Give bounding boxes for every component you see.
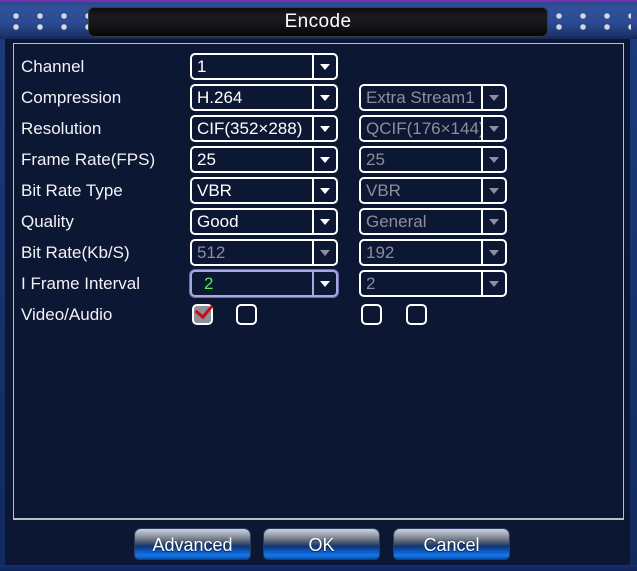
dropdown-quality-main[interactable]: Good [190, 208, 338, 235]
dropdown-resolution-main-chevron-down-icon[interactable] [312, 117, 336, 140]
dropdown-resolution-main-value: CIF(352×288) [197, 119, 303, 138]
dropdown-bit-rate-kb-s-main-chevron-down-icon [312, 241, 336, 264]
chevron-down-icon [489, 280, 499, 287]
dropdown-bit-rate-type-main[interactable]: VBR [190, 177, 338, 204]
dropdown-bit-rate-kb-s-main: 512 [190, 239, 338, 266]
row-bit-rate-type: Bit Rate Type VBR VBR [14, 177, 625, 205]
dropdown-quality-extra-value: General [366, 212, 427, 231]
chevron-down-icon [489, 249, 499, 256]
checkbox-main-video[interactable] [192, 299, 214, 325]
footer-divider [13, 519, 624, 520]
row-channel: Channel 1 [14, 53, 625, 81]
dropdown-channel-main[interactable]: 1 [190, 53, 338, 80]
dropdown-compression-extra-value: Extra Stream1 [366, 88, 475, 107]
encode-dialog: Encode Channel 1 Compression H.264 Extra Str… [0, 0, 637, 571]
checkbox-extra-audio[interactable] [406, 304, 427, 325]
window-left-edge [0, 39, 5, 567]
row-bit-rate-kb-s: Bit Rate(Kb/S) 512 192 [14, 239, 625, 267]
chevron-down-icon [320, 218, 330, 225]
dropdown-i-frame-interval-extra: 2 [359, 270, 507, 297]
dropdown-quality-main-chevron-down-icon[interactable] [312, 210, 336, 233]
dropdown-frame-rate-fps-main-value: 25 [197, 150, 216, 169]
title-plate: Encode [88, 7, 548, 37]
cancel-button[interactable]: Cancel [393, 528, 510, 560]
dropdown-i-frame-interval-extra-value: 2 [366, 274, 376, 293]
label-video-audio: Video/Audio [21, 305, 113, 324]
label-channel: Channel [21, 57, 85, 76]
dropdown-bit-rate-type-main-value: VBR [197, 181, 232, 200]
dropdown-bit-rate-kb-s-extra-chevron-down-icon [481, 241, 505, 264]
dropdown-bit-rate-type-main-chevron-down-icon[interactable] [312, 179, 336, 202]
chevron-down-icon [320, 63, 330, 70]
chevron-down-icon [320, 156, 330, 163]
chevron-down-icon [320, 187, 330, 194]
dropdown-i-frame-interval-main-value: 2 [204, 274, 214, 293]
dropdown-frame-rate-fps-extra: 25 [359, 146, 507, 173]
dropdown-resolution-extra: QCIF(176×144) [359, 115, 507, 142]
row-compression: Compression H.264 Extra Stream1 [14, 84, 625, 112]
chevron-down-icon [489, 94, 499, 101]
row-quality: Quality Good General [14, 208, 625, 236]
row-resolution: Resolution CIF(352×288) QCIF(176×144) [14, 115, 625, 143]
dialog-content-frame: Channel 1 Compression H.264 Extra Stream1 Res… [13, 43, 624, 519]
dropdown-frame-rate-fps-main-chevron-down-icon[interactable] [312, 148, 336, 171]
checkbox-extra-video[interactable] [361, 304, 382, 325]
dropdown-bit-rate-type-extra: VBR [359, 177, 507, 204]
row-video-audio: Video/Audio [14, 299, 625, 329]
advanced-button[interactable]: Advanced [134, 528, 251, 560]
label-quality: Quality [21, 212, 74, 231]
dropdown-frame-rate-fps-extra-chevron-down-icon [481, 148, 505, 171]
chevron-down-icon [489, 156, 499, 163]
label-compression: Compression [21, 88, 122, 107]
dropdown-resolution-main[interactable]: CIF(352×288) [190, 115, 338, 142]
check-icon [194, 299, 214, 320]
dropdown-quality-extra: General [359, 208, 507, 235]
dropdown-resolution-extra-chevron-down-icon [481, 117, 505, 140]
checkbox-main-audio[interactable] [236, 304, 257, 325]
label-bit-rate-kb-s: Bit Rate(Kb/S) [21, 243, 130, 262]
dropdown-channel-main-chevron-down-icon[interactable] [312, 55, 336, 78]
label-resolution: Resolution [21, 119, 102, 138]
chevron-down-icon [320, 280, 330, 287]
dropdown-compression-extra-chevron-down-icon [481, 86, 505, 109]
dropdown-bit-rate-type-extra-chevron-down-icon [481, 179, 505, 202]
chevron-down-icon [489, 218, 499, 225]
dropdown-compression-main[interactable]: H.264 [190, 84, 338, 111]
dropdown-compression-extra: Extra Stream1 [359, 84, 507, 111]
window-title: Encode [284, 11, 352, 32]
label-frame-rate-fps: Frame Rate(FPS) [21, 150, 156, 169]
window-bottom-edge [0, 565, 637, 571]
dropdown-channel-main-value: 1 [197, 57, 207, 76]
dropdown-quality-main-value: Good [197, 212, 239, 231]
dropdown-bit-rate-kb-s-main-value: 512 [197, 243, 226, 262]
dropdown-bit-rate-type-extra-value: VBR [366, 181, 401, 200]
dropdown-i-frame-interval-extra-chevron-down-icon [481, 272, 505, 295]
dropdown-bit-rate-kb-s-extra-value: 192 [366, 243, 395, 262]
ok-button[interactable]: OK [263, 528, 380, 560]
dropdown-compression-main-value: H.264 [197, 88, 243, 107]
chevron-down-icon [320, 94, 330, 101]
row-frame-rate-fps: Frame Rate(FPS) 25 25 [14, 146, 625, 174]
chevron-down-icon [489, 125, 499, 132]
label-i-frame-interval: I Frame Interval [21, 274, 141, 293]
title-bar: Encode [0, 0, 637, 39]
window-right-edge [630, 39, 637, 567]
chevron-down-icon [489, 187, 499, 194]
dropdown-compression-main-chevron-down-icon[interactable] [312, 86, 336, 109]
chevron-down-icon [320, 249, 330, 256]
dropdown-quality-extra-chevron-down-icon [481, 210, 505, 233]
row-i-frame-interval: I Frame Interval 2 2 [14, 270, 625, 298]
chevron-down-icon [320, 125, 330, 132]
dropdown-i-frame-interval-main[interactable]: 2 [190, 270, 338, 297]
dropdown-frame-rate-fps-main[interactable]: 25 [190, 146, 338, 173]
label-bit-rate-type: Bit Rate Type [21, 181, 123, 200]
button-bar: Advanced OK Cancel [0, 528, 637, 561]
dropdown-frame-rate-fps-extra-value: 25 [366, 150, 385, 169]
dropdown-resolution-extra-value: QCIF(176×144) [366, 119, 481, 138]
dropdown-bit-rate-kb-s-extra: 192 [359, 239, 507, 266]
dropdown-i-frame-interval-main-chevron-down-icon[interactable] [312, 272, 336, 295]
